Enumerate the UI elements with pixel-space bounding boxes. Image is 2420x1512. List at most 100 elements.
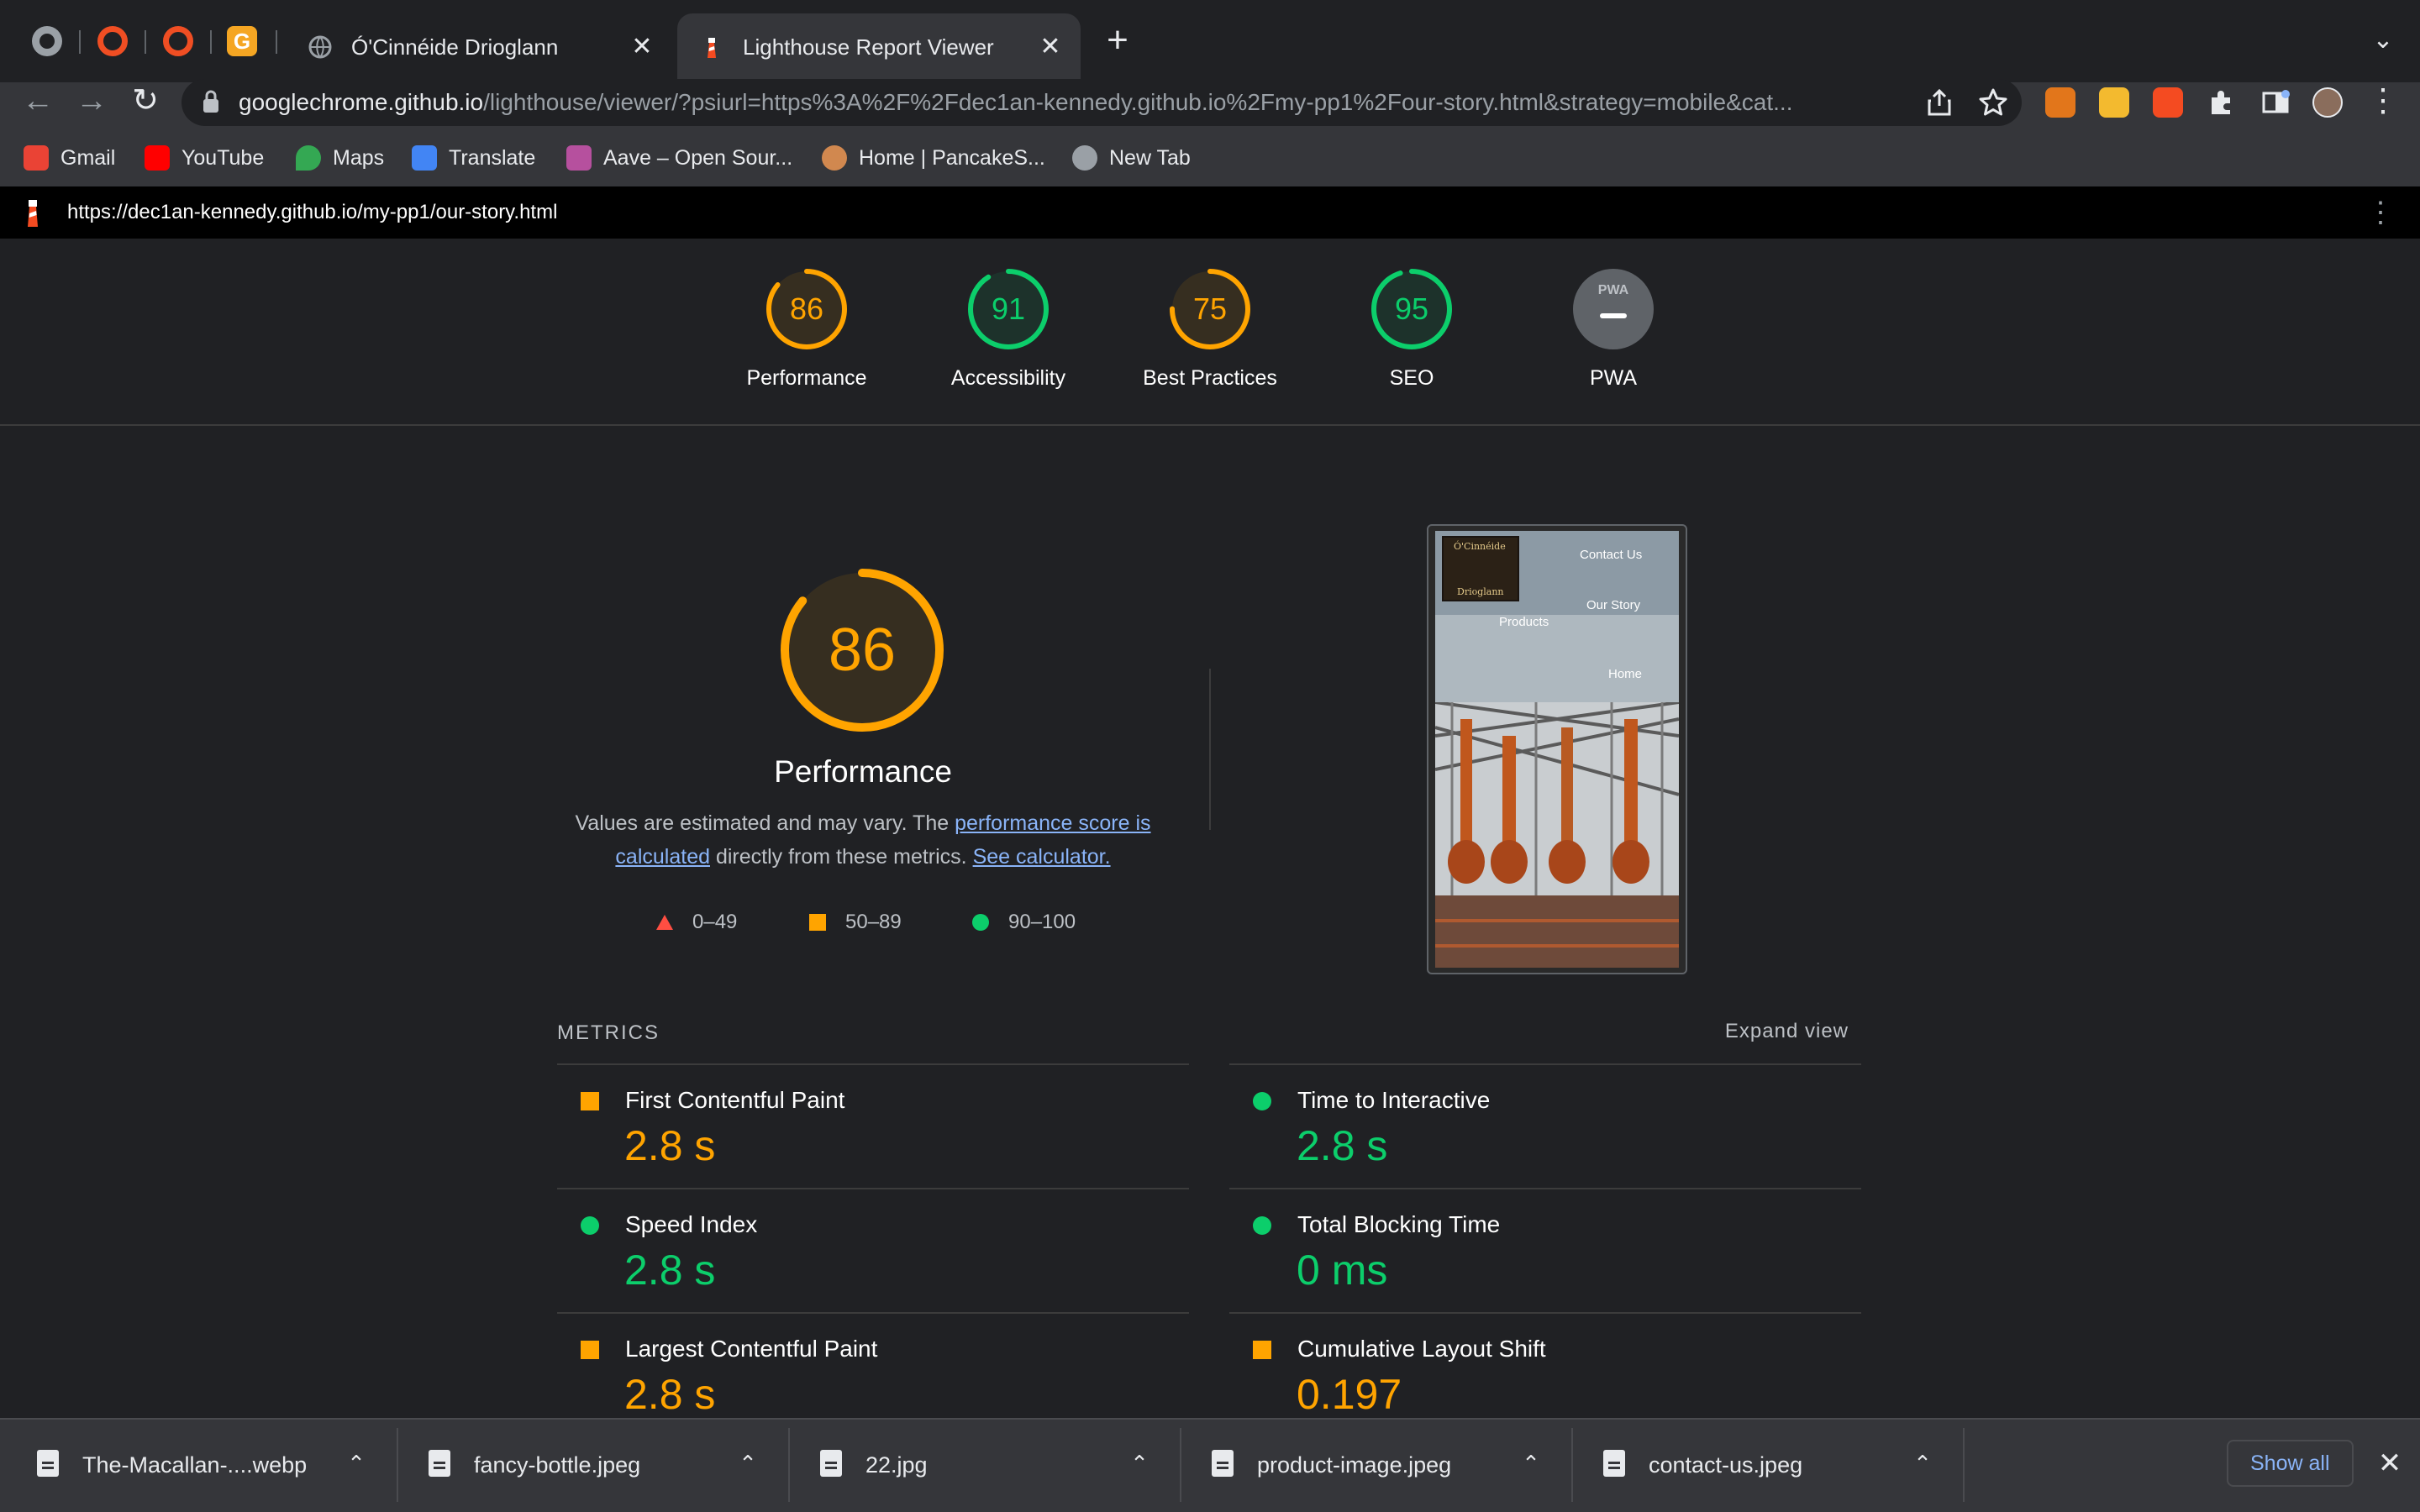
average-square-icon bbox=[1253, 1341, 1271, 1359]
metric-value: 2.8 s bbox=[624, 1122, 716, 1169]
category-label[interactable]: Best Practices bbox=[1109, 366, 1311, 391]
performance-title: Performance bbox=[774, 754, 952, 789]
average-square-icon bbox=[581, 1092, 599, 1110]
bookmark-label: Aave – Open Sour... bbox=[603, 145, 793, 170]
close-shelf-icon[interactable]: ✕ bbox=[2371, 1445, 2408, 1482]
chevron-up-icon[interactable]: ⌃ bbox=[1126, 1450, 1153, 1477]
file-icon bbox=[820, 1450, 842, 1477]
screenshot-link: Products bbox=[1499, 615, 1549, 629]
legend-pass: 90–100 bbox=[971, 909, 1076, 936]
header-divider bbox=[0, 424, 2420, 426]
expand-view-toggle[interactable]: Expand view bbox=[1697, 1020, 1849, 1043]
download-item[interactable]: contact-us.jpeg ⌃ bbox=[1603, 1433, 1956, 1497]
tab-close-icon[interactable]: ✕ bbox=[627, 32, 657, 62]
chevron-up-icon[interactable]: ⌃ bbox=[343, 1450, 370, 1477]
binance-extension-icon[interactable] bbox=[2099, 87, 2129, 118]
bookmark-star-icon[interactable] bbox=[1976, 86, 2010, 119]
reload-button[interactable]: ↻ bbox=[124, 82, 166, 119]
logo-text-bottom: Drioglann bbox=[1457, 586, 1504, 597]
category-gauge-best-practices[interactable] bbox=[1168, 267, 1252, 351]
share-icon[interactable] bbox=[1923, 86, 1956, 119]
download-item[interactable]: fancy-bottle.jpeg ⌃ bbox=[429, 1433, 781, 1497]
metrics-divider bbox=[557, 1063, 1189, 1065]
legend-label: 0–49 bbox=[692, 911, 738, 933]
profile-avatar[interactable] bbox=[2312, 87, 2343, 118]
pinned-tab-opera-icon[interactable] bbox=[163, 26, 193, 56]
pinned-tab-g-icon[interactable]: G bbox=[227, 26, 257, 56]
chevron-up-icon[interactable]: ⌃ bbox=[1518, 1450, 1544, 1477]
youtube-icon bbox=[145, 145, 170, 171]
category-gauge-seo[interactable] bbox=[1370, 267, 1454, 351]
url-host: googlechrome.github.io bbox=[239, 89, 484, 115]
show-all-downloads-button[interactable]: Show all bbox=[2227, 1440, 2354, 1487]
performance-description: Values are estimated and may vary. The p… bbox=[571, 806, 1155, 874]
bookmark-pancakeswap[interactable]: Home | PancakeS... bbox=[822, 143, 1045, 173]
globe-icon bbox=[308, 35, 332, 59]
bookmark-translate[interactable]: Translate bbox=[412, 143, 535, 173]
metric-divider bbox=[1229, 1188, 1861, 1189]
pinned-tab-opera-icon[interactable] bbox=[97, 26, 128, 56]
download-item[interactable]: 22.jpg ⌃ bbox=[820, 1433, 1173, 1497]
category-label[interactable]: Performance bbox=[706, 366, 908, 391]
bookmark-youtube[interactable]: YouTube bbox=[145, 143, 264, 173]
download-item[interactable]: product-image.jpeg ⌃ bbox=[1212, 1433, 1565, 1497]
tab-search-chevron-icon[interactable]: ⌄ bbox=[2368, 25, 2398, 55]
metric-value: 0 ms bbox=[1297, 1247, 1388, 1294]
report-tools-menu-icon[interactable]: ⋮ bbox=[2366, 195, 2395, 230]
bookmark-maps[interactable]: Maps bbox=[296, 143, 384, 173]
triangle-icon bbox=[656, 915, 673, 930]
category-label[interactable]: PWA bbox=[1512, 366, 1714, 391]
bookmark-label: Home | PancakeS... bbox=[859, 145, 1045, 170]
metric-value: 2.8 s bbox=[624, 1247, 716, 1294]
see-calculator-link[interactable]: See calculator. bbox=[973, 845, 1111, 869]
forward-button[interactable]: → bbox=[71, 82, 113, 119]
pass-circle-icon bbox=[581, 1216, 599, 1235]
download-item[interactable]: The-Macallan-....webp ⌃ bbox=[37, 1433, 390, 1497]
bookmark-aave[interactable]: Aave – Open Sour... bbox=[566, 143, 792, 173]
bookmark-label: Gmail bbox=[60, 145, 116, 170]
legend-average: 50–89 bbox=[808, 909, 902, 936]
bookmark-new-tab[interactable]: New Tab bbox=[1072, 143, 1191, 173]
new-tab-button[interactable]: + bbox=[1101, 22, 1134, 59]
average-square-icon bbox=[581, 1341, 599, 1359]
metrics-divider bbox=[1229, 1063, 1861, 1065]
download-filename: 22.jpg bbox=[865, 1452, 928, 1478]
chevron-up-icon[interactable]: ⌃ bbox=[1909, 1450, 1936, 1477]
download-filename: The-Macallan-....webp bbox=[82, 1452, 308, 1478]
download-filename: contact-us.jpeg bbox=[1649, 1452, 1803, 1478]
bookmark-gmail[interactable]: Gmail bbox=[24, 143, 115, 173]
category-label[interactable]: Accessibility bbox=[908, 366, 1109, 391]
category-gauge-accessibility[interactable] bbox=[966, 267, 1050, 351]
download-separator bbox=[1963, 1428, 1965, 1502]
lighthouse-extension-icon[interactable] bbox=[2153, 87, 2183, 118]
category-gauge-pwa[interactable]: PWA bbox=[1571, 267, 1655, 351]
square-icon bbox=[809, 914, 826, 931]
download-separator bbox=[397, 1428, 398, 1502]
tab-distillery[interactable]: Ó'Cinnéide Drioglann ✕ bbox=[286, 13, 672, 82]
metric-value: 0.197 bbox=[1297, 1371, 1402, 1418]
browser-menu-kebab-icon[interactable]: ⋮ bbox=[2363, 82, 2403, 119]
metamask-extension-icon[interactable] bbox=[2045, 87, 2075, 118]
file-icon bbox=[37, 1450, 59, 1477]
tab-separator bbox=[145, 30, 146, 54]
pwa-badge-text: PWA bbox=[1598, 283, 1629, 297]
performance-score: 86 bbox=[828, 617, 897, 684]
back-button[interactable]: ← bbox=[17, 82, 59, 119]
extensions-puzzle-icon[interactable] bbox=[2207, 87, 2237, 118]
category-label[interactable]: SEO bbox=[1311, 366, 1512, 391]
lock-icon[interactable] bbox=[202, 89, 220, 114]
download-separator bbox=[1571, 1428, 1573, 1502]
chevron-up-icon[interactable]: ⌃ bbox=[734, 1450, 761, 1477]
legend-fail: 0–49 bbox=[655, 909, 737, 936]
reading-list-icon[interactable] bbox=[2260, 87, 2291, 118]
tab-close-icon[interactable]: ✕ bbox=[1035, 32, 1065, 62]
legend-label: 50–89 bbox=[845, 911, 902, 933]
category-gauge-performance[interactable] bbox=[765, 267, 849, 351]
tab-lighthouse-viewer[interactable]: Lighthouse Report Viewer ✕ bbox=[677, 13, 1081, 82]
metric-name: Time to Interactive bbox=[1297, 1087, 1491, 1113]
download-filename: fancy-bottle.jpeg bbox=[474, 1452, 641, 1478]
pinned-tab-globe-icon[interactable] bbox=[32, 26, 62, 56]
pancakeswap-icon bbox=[822, 145, 847, 171]
address-url[interactable]: googlechrome.github.io/lighthouse/viewer… bbox=[239, 84, 1911, 121]
tab-separator bbox=[210, 30, 212, 54]
